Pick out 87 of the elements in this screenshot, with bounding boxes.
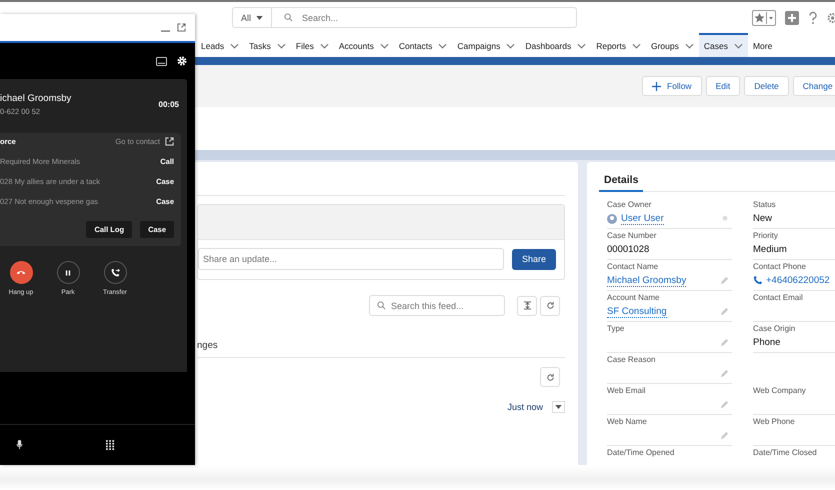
add-icon[interactable] [785,10,799,24]
microphone-icon[interactable] [16,440,23,450]
owner-link[interactable]: User User [621,213,664,225]
field-label: Account Name [607,293,660,302]
field-label: Web Company [753,386,807,395]
collapse-button[interactable] [517,296,537,316]
field-label: Web Name [607,417,648,426]
phone-icon [753,276,762,285]
nav-tab[interactable]: Cases [698,33,748,57]
field-label: Date/Time Closed [753,448,818,457]
field-label: Contact Name [607,262,660,271]
settings-icon[interactable] [177,56,187,66]
field-label: Date/Time Opened [607,448,676,457]
caret-icon [555,405,562,409]
refresh-icon [546,301,554,310]
phone-link[interactable]: +46406220052 [766,275,830,286]
transfer-icon [109,266,121,278]
menu-dropdown[interactable] [552,401,565,413]
field-label: Web Phone [753,417,796,426]
field-value: 00001028 [607,244,650,255]
pop-out-icon[interactable] [177,23,186,32]
field-label: Priority [753,231,779,240]
record-link[interactable]: Michael Groomsby [607,275,686,287]
avatar-icon [607,214,617,224]
record-link[interactable]: SF Consulting [607,306,667,318]
nav-tab[interactable]: Contacts [394,33,452,57]
search-icon [284,13,294,22]
field-label: Case Number [607,231,658,240]
chevron-icon [276,43,286,49]
nav-tab[interactable]: Accounts [334,33,394,57]
chevron-icon [734,43,743,49]
refresh-button[interactable] [540,296,560,316]
chevron-icon [230,43,240,49]
chevron-icon [632,43,641,49]
search-field[interactable]: Search... [302,12,502,22]
favorites-button[interactable] [752,10,776,26]
chevron-icon [380,43,389,49]
caller-name: ichael Groomsby [0,92,72,104]
search-bar[interactable]: All Search... [232,7,577,28]
nav-tab[interactable]: Campaigns [452,33,520,57]
chevron-icon [438,43,448,49]
field-label: Type [607,324,626,333]
share-button[interactable]: Share [512,248,556,270]
scope-dropdown[interactable]: All [233,8,272,27]
search-icon [377,301,386,310]
nav-tab[interactable]: Leads [196,33,244,57]
field-label: Contact Email [753,293,804,302]
filter-label: nges [197,340,565,358]
action-button[interactable]: Edit [706,76,740,96]
details-tab[interactable]: Details [599,162,644,192]
refresh-button[interactable] [540,367,560,387]
chevron-icon [506,43,516,49]
field-label: Contact Phone [753,262,807,271]
star-icon [753,12,766,24]
field-value: Medium [753,244,787,255]
refresh-icon [546,372,554,382]
nav-tab[interactable]: Tasks [244,33,291,57]
nav-tab[interactable]: Reports [591,33,646,57]
nav-tab[interactable]: Groups [646,33,699,57]
collapse-icon [522,301,532,310]
action-button[interactable]: Delete [744,76,789,96]
field-value: Phone [753,337,780,348]
nav-tab[interactable]: More [748,33,778,57]
call-timer: 00:05 [158,100,179,108]
share-update-field[interactable]: Share an update... [198,248,504,270]
post-time: Just now [507,402,543,412]
plus-icon [652,82,661,90]
field-label: Web Email [607,386,647,395]
nav-tab[interactable]: Dashboards [520,33,592,57]
field-label: Case Owner [607,200,652,209]
field-label: Case Reason [607,355,656,364]
chevron-icon [577,43,586,49]
follow-button[interactable]: Follow [642,76,702,96]
caret-icon [256,16,264,20]
caret-icon [766,12,775,24]
monitor-icon[interactable] [156,56,167,66]
nav-tab[interactable]: Files [290,33,334,57]
feed-search-field[interactable]: Search this feed... [369,295,505,316]
field-label: Status [753,200,777,209]
field-label: Case Origin [753,324,796,333]
help-icon[interactable] [808,10,818,24]
action-button[interactable]: Change [792,76,835,96]
field-value: New [753,213,772,224]
keypad-icon[interactable] [106,440,115,450]
chevron-icon [320,43,329,49]
chevron-icon [684,43,694,49]
external-link-icon[interactable] [165,137,174,146]
